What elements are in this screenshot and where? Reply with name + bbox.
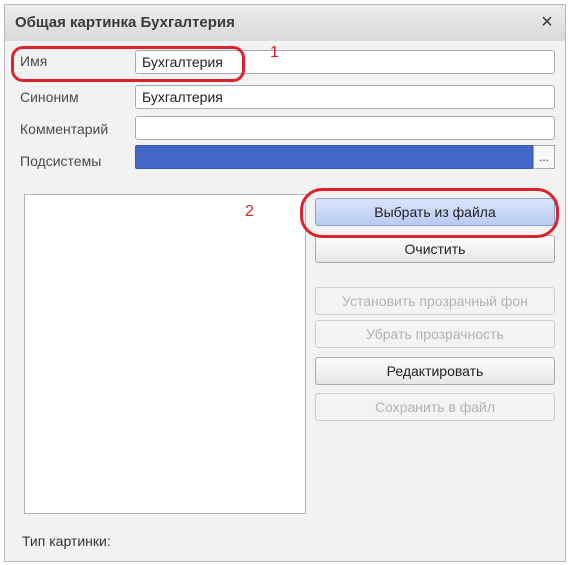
clear-button[interactable]: Очистить	[315, 235, 555, 263]
picture-type-label: Тип картинки:	[22, 533, 111, 549]
title-bar: Общая картинка Бухгалтерия ×	[5, 5, 565, 41]
picture-preview	[24, 194, 306, 514]
annotation-ellipse-1	[11, 46, 245, 82]
window-title: Общая картинка Бухгалтерия	[15, 14, 235, 31]
synonym-field[interactable]: Бухгалтерия	[135, 85, 555, 109]
annotation-ellipse-2	[300, 188, 559, 238]
edit-button[interactable]: Редактировать	[315, 357, 555, 385]
synonym-label: Синоним	[20, 89, 79, 105]
annotation-number-2: 2	[245, 203, 254, 220]
comment-field[interactable]	[135, 116, 555, 140]
comment-label: Комментарий	[20, 121, 109, 137]
annotation-number-1: 1	[270, 44, 279, 61]
subsystems-select-button[interactable]: ...	[533, 145, 555, 169]
save-to-file-button[interactable]: Сохранить в файл	[315, 393, 555, 421]
subsystems-field[interactable]	[135, 145, 533, 169]
close-icon[interactable]: ×	[535, 10, 559, 34]
remove-transparency-button[interactable]: Убрать прозрачность	[315, 320, 555, 348]
set-transparent-bg-button[interactable]: Установить прозрачный фон	[315, 287, 555, 315]
subsystems-label: Подсистемы	[20, 153, 102, 169]
